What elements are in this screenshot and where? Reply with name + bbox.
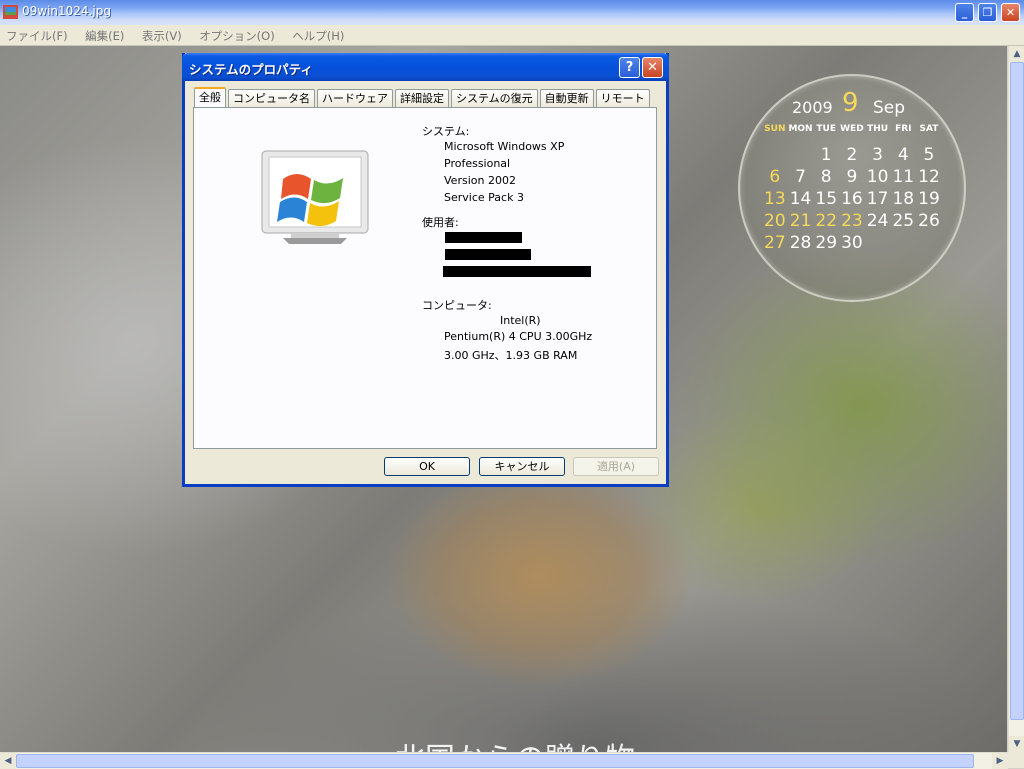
help-button[interactable]: ?	[619, 57, 640, 78]
close-button[interactable]: ✕	[1001, 3, 1020, 22]
weekday-tue: TUE	[816, 124, 837, 134]
calendar-day-cell: 30	[841, 233, 863, 253]
menu-view[interactable]: 表示(V)	[142, 28, 182, 44]
calendar-empty-cell	[788, 144, 814, 166]
menu-edit[interactable]: 編集(E)	[85, 28, 124, 44]
calendar-day-cell: 22	[815, 211, 838, 231]
weekday-fri: FRI	[895, 124, 912, 134]
calendar-weekdays: SUN MON TUE WED THU FRI SAT	[762, 124, 942, 134]
weekday-mon: MON	[788, 124, 813, 134]
os-service-pack: Service Pack 3	[444, 191, 524, 204]
calendar-day-cell: 20	[764, 211, 786, 231]
dialog-tabs: 全般 コンピュータ名 ハードウェア 詳細設定 システムの復元 自動更新 リモート	[194, 87, 652, 109]
redacted-product-id	[443, 266, 591, 277]
window-title: 09win1024.jpg	[22, 4, 111, 18]
scrollbar-corner	[1008, 752, 1024, 768]
photo-caption: 北国からの贈り物	[395, 734, 635, 752]
general-panel: システム: Microsoft Windows XP Professional …	[193, 107, 657, 449]
calendar-day-cell: 9	[846, 167, 858, 187]
calendar-day-cell: 21	[789, 211, 812, 231]
cpu-vendor: Intel(R)	[500, 314, 541, 327]
restore-button[interactable]: ❐	[978, 3, 997, 22]
ok-button[interactable]: OK	[384, 457, 470, 476]
apply-button[interactable]: 適用(A)	[573, 457, 659, 476]
calendar-day-cell: 24	[866, 211, 889, 231]
windows-xp-logo-icon	[261, 150, 369, 244]
os-version: Version 2002	[444, 174, 516, 187]
calendar-day-cell: 4	[897, 145, 909, 165]
scroll-right-arrow-icon[interactable]: ▶	[992, 753, 1008, 769]
calendar-day-cell: 17	[866, 189, 889, 209]
menu-options[interactable]: オプション(O)	[199, 28, 275, 44]
calendar-day-cell: 28	[789, 233, 812, 253]
user-label: 使用者:	[422, 216, 459, 229]
menu-help[interactable]: ヘルプ(H)	[292, 28, 344, 44]
dialog-titlebar[interactable]: システムのプロパティ ? ✕	[182, 53, 669, 81]
calendar-day-cell: 16	[841, 189, 863, 209]
calendar-day-cell: 3	[872, 145, 883, 165]
calendar-day: 9	[842, 88, 859, 118]
weekday-thu: THU	[867, 124, 889, 134]
calendar-day-cell: 18	[892, 189, 915, 209]
calendar-day-cell: 23	[841, 211, 863, 231]
weekday-sun: SUN	[764, 124, 786, 134]
calendar-day-cell: 11	[892, 167, 915, 187]
horizontal-scrollbar[interactable]: ◀ ▶	[0, 752, 1008, 769]
calendar-year: 2009	[792, 98, 833, 117]
app-titlebar[interactable]: 09win1024.jpg _ ❐ ✕	[0, 0, 1024, 25]
scroll-up-arrow-icon[interactable]: ▲	[1009, 46, 1024, 62]
vertical-scroll-thumb[interactable]	[1010, 62, 1024, 720]
calendar-day-cell: 10	[866, 167, 889, 187]
os-edition: Professional	[444, 157, 511, 170]
system-properties-dialog: システムのプロパティ ? ✕ 全般 コンピュータ名 ハードウェア 詳細設定 シス…	[182, 53, 669, 487]
weekday-wed: WED	[840, 124, 864, 134]
os-name: Microsoft Windows XP	[444, 140, 565, 153]
tab-general[interactable]: 全般	[194, 87, 226, 109]
vertical-scrollbar[interactable]: ▲ ▼	[1008, 46, 1024, 752]
redacted-user-name	[445, 232, 522, 243]
menu-bar: ファイル(F) 編集(E) 表示(V) オプション(O) ヘルプ(H)	[0, 25, 1024, 46]
calendar-day-cell: 5	[923, 145, 935, 165]
tab-computer-name[interactable]: コンピュータ名	[228, 89, 315, 108]
cpu-speed-ram: 3.00 GHz、1.93 GB RAM	[444, 349, 578, 362]
horizontal-scroll-thumb[interactable]	[16, 754, 974, 768]
tab-advanced[interactable]: 詳細設定	[395, 89, 449, 108]
calendar-day-cell: 26	[918, 211, 940, 231]
calendar-day-cell: 6	[769, 167, 781, 187]
calendar-day-cell: 8	[820, 167, 832, 187]
computer-label: コンピュータ:	[422, 299, 492, 312]
image-viewer-icon	[3, 5, 18, 19]
calendar-day-cell: 12	[918, 167, 940, 187]
calendar-day-cell: 29	[815, 233, 838, 253]
dialog-close-button[interactable]: ✕	[642, 57, 663, 78]
calendar-day-cell: 13	[764, 189, 786, 209]
weekday-sat: SAT	[919, 124, 939, 134]
cancel-button[interactable]: キャンセル	[479, 457, 565, 476]
scroll-down-arrow-icon[interactable]: ▼	[1009, 736, 1024, 752]
cpu-model: Pentium(R) 4 CPU 3.00GHz	[444, 330, 593, 343]
calendar-day-cell: 7	[795, 167, 806, 187]
tab-system-restore[interactable]: システムの復元	[451, 89, 538, 108]
calendar-day-cell: 14	[789, 189, 812, 209]
tab-remote[interactable]: リモート	[595, 89, 650, 108]
calendar-day-cell: 2	[846, 145, 858, 165]
minimize-button[interactable]: _	[955, 3, 974, 22]
tab-automatic-updates[interactable]: 自動更新	[539, 89, 594, 108]
calendar-day-cell: 25	[892, 211, 915, 231]
scroll-left-arrow-icon[interactable]: ◀	[0, 753, 16, 769]
calendar-day-cell: 15	[815, 189, 838, 209]
calendar-day-cell: 27	[764, 233, 786, 253]
calendar-days: 1 2 3 4 5 6 7 8 9 10 11 12 13 14 15 16 17 18 19 20 21 22 23 24 2…	[762, 144, 942, 254]
dialog-title: システムのプロパティ	[189, 62, 313, 77]
calendar-widget: 2009 9 Sep SUN MON TUE WED THU FRI SAT 1…	[738, 74, 966, 302]
menu-file[interactable]: ファイル(F)	[6, 28, 68, 44]
calendar-month: Sep	[873, 98, 906, 118]
tab-hardware[interactable]: ハードウェア	[317, 89, 393, 108]
calendar-day-cell: 19	[918, 189, 940, 209]
calendar-empty-cell	[762, 144, 788, 166]
system-label: システム:	[422, 125, 470, 138]
calendar-day-cell: 1	[820, 145, 832, 165]
redacted-organization	[445, 249, 531, 260]
